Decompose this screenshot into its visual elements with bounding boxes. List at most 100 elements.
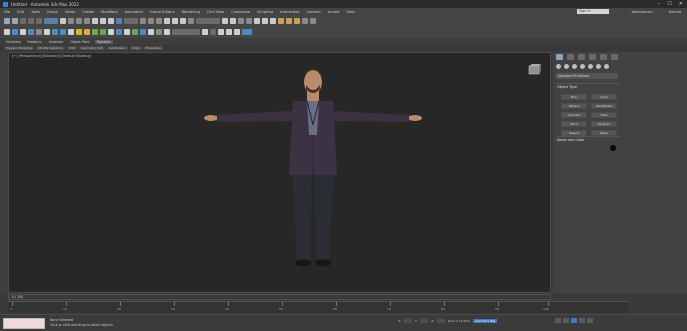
cone-button[interactable]: Cone bbox=[591, 94, 617, 100]
hierarchy-icon[interactable] bbox=[124, 29, 130, 35]
ribbon-item-modify-selection[interactable]: Modify Selection bbox=[36, 46, 66, 50]
menu-modifiers[interactable]: Modifiers bbox=[101, 10, 117, 14]
x-coord-field[interactable] bbox=[404, 319, 412, 323]
utilities-icon[interactable] bbox=[148, 29, 154, 35]
ribbon-tab-populate[interactable]: Populate bbox=[94, 39, 113, 44]
axis-constraint-icon[interactable] bbox=[210, 29, 216, 35]
menu-edit[interactable]: Edit bbox=[17, 10, 24, 14]
select-manipulate-icon[interactable] bbox=[148, 18, 154, 24]
material-editor-icon[interactable] bbox=[270, 18, 276, 24]
menu-animation[interactable]: Animation bbox=[125, 10, 143, 14]
menu-customize[interactable]: Customize bbox=[231, 10, 250, 14]
viewcube-icon[interactable] bbox=[527, 63, 541, 77]
unlink-icon[interactable] bbox=[28, 18, 34, 24]
perspective-viewport[interactable]: [+] [Perspective] [Standard] [Default Sh… bbox=[8, 52, 551, 293]
create-selection-icon[interactable] bbox=[4, 29, 10, 35]
modify-tab-icon[interactable] bbox=[567, 54, 574, 60]
cameras-icon[interactable] bbox=[580, 64, 585, 69]
ribbon-tab-freeform[interactable]: Freeform bbox=[26, 40, 44, 44]
light-icon[interactable] bbox=[68, 29, 74, 35]
ribbon-item-subdivision[interactable]: Subdivision bbox=[106, 46, 129, 50]
axis-y-icon[interactable] bbox=[226, 29, 232, 35]
cylinder-button[interactable]: Cylinder bbox=[561, 112, 587, 118]
display-tab-icon[interactable] bbox=[600, 54, 607, 60]
reference-coordinate-dropdown[interactable] bbox=[124, 18, 138, 24]
ribbon-item-properties[interactable]: Properties bbox=[143, 46, 163, 50]
menu-file[interactable]: File bbox=[4, 10, 10, 14]
selection-filter-dropdown[interactable] bbox=[44, 18, 58, 24]
snap-toggle-icon[interactable] bbox=[156, 29, 162, 35]
placement-icon[interactable] bbox=[116, 18, 122, 24]
skylight-icon[interactable] bbox=[84, 29, 90, 35]
link-icon[interactable] bbox=[20, 18, 26, 24]
menu-views[interactable]: Views bbox=[65, 10, 75, 14]
ribbon-item-polygon-modeling[interactable]: Polygon Modeling bbox=[4, 46, 35, 50]
sphere-button[interactable]: Sphere bbox=[561, 103, 587, 109]
object-color-swatch[interactable] bbox=[610, 145, 616, 151]
helper-icon[interactable] bbox=[92, 29, 98, 35]
system-icon[interactable] bbox=[108, 29, 114, 35]
lights-icon[interactable] bbox=[572, 64, 577, 69]
box-primitive-icon[interactable] bbox=[28, 29, 34, 35]
render-in-cloud-icon[interactable] bbox=[302, 18, 308, 24]
select-by-name-icon[interactable] bbox=[68, 18, 74, 24]
select-object-icon[interactable] bbox=[60, 18, 66, 24]
menu-graph-editors[interactable]: Graph Editors bbox=[150, 10, 175, 14]
toggle-layer-explorer-icon[interactable] bbox=[246, 18, 252, 24]
ribbon-item-edit[interactable]: Edit bbox=[67, 46, 77, 50]
previous-frame-icon[interactable] bbox=[563, 318, 569, 323]
axis-z-icon[interactable] bbox=[234, 29, 240, 35]
hierarchy-tab-icon[interactable] bbox=[578, 54, 585, 60]
isolate-selection-icon[interactable] bbox=[164, 29, 170, 35]
menu-interactive[interactable]: Interactive bbox=[280, 10, 299, 14]
modify-icon[interactable] bbox=[116, 29, 122, 35]
ribbon-tab-selection[interactable]: Selection bbox=[47, 40, 66, 44]
mirror-icon[interactable] bbox=[222, 18, 228, 24]
layer-manager-icon[interactable] bbox=[20, 29, 26, 35]
track-bar[interactable]: 0 10 20 30 40 50 60 70 80 90 100 bbox=[8, 301, 628, 313]
menu-content[interactable]: Content bbox=[306, 10, 320, 14]
shapes-icon[interactable] bbox=[564, 64, 569, 69]
time-slider[interactable]: 0 / 100 bbox=[8, 294, 551, 300]
keyboard-shortcut-override-icon[interactable] bbox=[156, 18, 162, 24]
go-to-start-icon[interactable] bbox=[555, 318, 561, 323]
tube-button[interactable]: Tube bbox=[591, 112, 617, 118]
scene-explorer-icon[interactable] bbox=[12, 29, 18, 35]
menu-help[interactable]: Help bbox=[346, 10, 354, 14]
object-type-rollout-title[interactable]: Object Type bbox=[557, 85, 577, 89]
display-icon[interactable] bbox=[140, 29, 146, 35]
geosphere-button[interactable]: GeoSphere bbox=[591, 103, 617, 109]
menu-scripting[interactable]: Scripting bbox=[257, 10, 273, 14]
pin-stack-icon[interactable] bbox=[202, 29, 208, 35]
menu-create[interactable]: Create bbox=[82, 10, 94, 14]
coordinate-dropdown[interactable] bbox=[172, 29, 200, 35]
align-icon[interactable] bbox=[230, 18, 236, 24]
scale-icon[interactable] bbox=[108, 18, 114, 24]
viewport-label[interactable]: [+] [Perspective] [Standard] [Default Sh… bbox=[12, 54, 91, 58]
next-frame-icon[interactable] bbox=[579, 318, 585, 323]
go-to-end-icon[interactable] bbox=[587, 318, 593, 323]
menu-rendering[interactable]: Rendering bbox=[182, 10, 200, 14]
motion-tab-icon[interactable] bbox=[589, 54, 596, 60]
curve-editor-icon[interactable] bbox=[254, 18, 260, 24]
camera-icon[interactable] bbox=[60, 29, 66, 35]
workspace-dropdown[interactable]: Default bbox=[669, 10, 681, 14]
systems-icon[interactable] bbox=[604, 64, 609, 69]
ribbon-tab-modeling[interactable]: Modeling bbox=[4, 40, 23, 44]
y-coord-field[interactable] bbox=[420, 319, 429, 323]
cylinder-primitive-icon[interactable] bbox=[44, 29, 50, 35]
render-production-icon[interactable] bbox=[294, 18, 300, 24]
box-button[interactable]: Box bbox=[561, 94, 587, 100]
helpers-icon[interactable] bbox=[588, 64, 593, 69]
angle-snap-icon[interactable] bbox=[172, 18, 178, 24]
plane-primitive-icon[interactable] bbox=[52, 29, 58, 35]
menu-civil-view[interactable]: Civil View bbox=[207, 10, 224, 14]
motion-icon[interactable] bbox=[132, 29, 138, 35]
axis-xy-icon[interactable] bbox=[242, 29, 252, 35]
geometry-icon[interactable] bbox=[556, 64, 561, 69]
torus-button[interactable]: Torus bbox=[561, 121, 587, 127]
rotate-icon[interactable] bbox=[100, 18, 106, 24]
pyramid-button[interactable]: Pyramid bbox=[591, 121, 617, 127]
rendered-frame-window-icon[interactable] bbox=[286, 18, 292, 24]
utilities-tab-icon[interactable] bbox=[611, 54, 618, 60]
